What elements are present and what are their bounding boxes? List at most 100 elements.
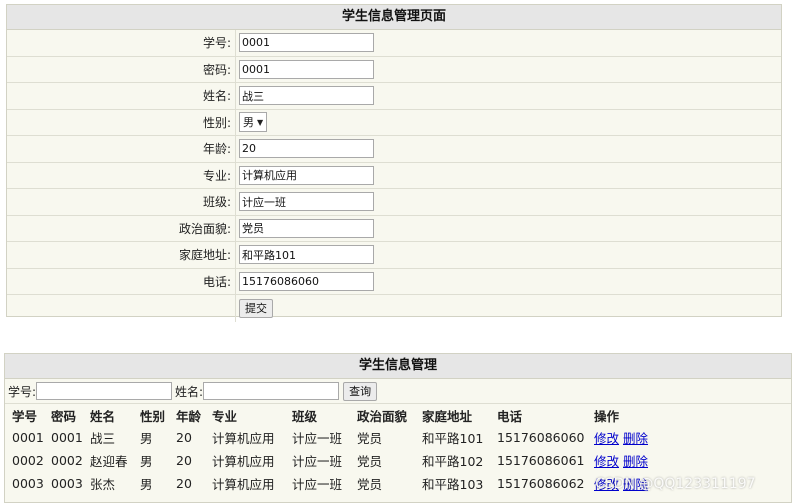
gender-label: 性别: <box>7 109 236 135</box>
id-label: 学号: <box>7 30 236 56</box>
search-id-label: 学号: <box>8 384 37 399</box>
gender-select-value: 男 <box>243 116 254 130</box>
form-row-age: 年龄: <box>7 136 781 163</box>
cell-actions: 修改 删除 <box>594 426 694 449</box>
name-label: 姓名: <box>7 83 236 109</box>
political-input[interactable] <box>239 218 374 238</box>
cell-address: 和平路102 <box>422 454 484 469</box>
delete-link[interactable]: 删除 <box>623 431 648 446</box>
cell-name: 张杰 <box>90 477 116 492</box>
student-list-panel: 学生信息管理 学号: 姓名: 查询 学号 密码 姓名 性别 年龄 专业 班级 政… <box>4 353 792 503</box>
class-label: 班级: <box>7 189 236 215</box>
cell-address: 和平路101 <box>422 431 484 446</box>
cell-password: 0001 <box>51 430 83 445</box>
cell-name: 赵迎春 <box>90 454 128 469</box>
password-label: 密码: <box>7 56 236 82</box>
cell-class: 计应一班 <box>292 454 343 469</box>
age-label: 年龄: <box>7 136 236 162</box>
phone-label: 电话: <box>7 268 236 294</box>
column-header: 年龄 <box>176 408 202 424</box>
search-button[interactable]: 查询 <box>343 381 378 401</box>
search-name-label: 姓名: <box>175 384 204 399</box>
form-row-class: 班级: <box>7 189 781 216</box>
cell-actions: 修改 删除 <box>594 472 694 495</box>
cell-political: 党员 <box>357 477 383 492</box>
delete-link[interactable]: 删除 <box>623 454 648 469</box>
cell-gender: 男 <box>140 431 153 446</box>
form-row-submit: 提交 <box>7 295 781 322</box>
submit-button[interactable]: 提交 <box>239 298 273 318</box>
column-header: 操作 <box>594 408 620 424</box>
column-header: 政治面貌 <box>357 408 408 424</box>
gender-select[interactable]: 男 ▼ <box>239 112 268 133</box>
cell-political: 党员 <box>357 454 383 469</box>
form-row-name: 姓名: <box>7 83 781 110</box>
edit-link[interactable]: 修改 <box>594 431 619 446</box>
cell-age: 20 <box>176 476 192 491</box>
class-input[interactable] <box>239 192 374 212</box>
table-row: 0002 0002 赵迎春 男 20 计算机应用 计应一班 党员 和平路102 … <box>5 449 694 472</box>
cell-id: 0003 <box>12 476 44 491</box>
address-label: 家庭地址: <box>7 242 236 268</box>
delete-link[interactable]: 删除 <box>623 477 648 492</box>
form-row-gender: 性别: 男 ▼ <box>7 109 781 136</box>
form-title: 学生信息管理页面 <box>7 5 781 30</box>
cell-name: 战三 <box>90 431 116 446</box>
form-row-password: 密码: <box>7 56 781 83</box>
cell-political: 党员 <box>357 431 383 446</box>
search-id-input[interactable] <box>36 382 173 400</box>
search-name-input[interactable] <box>203 382 340 400</box>
column-header: 姓名 <box>90 408 116 424</box>
column-header: 家庭地址 <box>422 408 473 424</box>
edit-link[interactable]: 修改 <box>594 454 619 469</box>
form-row-political: 政治面貌: <box>7 215 781 242</box>
student-form-panel: 学生信息管理页面 学号: 密码: 姓名: 性别: 男 ▼ 年龄: 专业: 班级:… <box>6 4 782 322</box>
form-row-id: 学号: <box>7 30 781 57</box>
table-row: 0003 0003 张杰 男 20 计算机应用 计应一班 党员 和平路103 1… <box>5 472 694 495</box>
cell-age: 20 <box>176 430 192 445</box>
student-table: 学号 密码 姓名 性别 年龄 专业 班级 政治面貌 家庭地址 电话 操作 000… <box>5 404 694 495</box>
cell-phone: 15176086062 <box>497 476 585 491</box>
chevron-down-icon: ▼ <box>257 117 264 127</box>
cell-id: 0002 <box>12 453 44 468</box>
column-header: 班级 <box>292 408 318 424</box>
form-row-major: 专业: <box>7 162 781 189</box>
column-header: 性别 <box>140 408 166 424</box>
edit-link[interactable]: 修改 <box>594 477 619 492</box>
cell-password: 0003 <box>51 476 83 491</box>
cell-phone: 15176086061 <box>497 453 585 468</box>
political-label: 政治面貌: <box>7 215 236 241</box>
cell-gender: 男 <box>140 477 153 492</box>
cell-age: 20 <box>176 453 192 468</box>
search-bar: 学号: 姓名: 查询 <box>5 379 791 404</box>
cell-phone: 15176086060 <box>497 430 585 445</box>
column-header: 电话 <box>497 408 523 424</box>
cell-major: 计算机应用 <box>212 431 275 446</box>
cell-address: 和平路103 <box>422 477 484 492</box>
major-label: 专业: <box>7 162 236 188</box>
list-title: 学生信息管理 <box>5 354 791 379</box>
table-row: 0001 0001 战三 男 20 计算机应用 计应一班 党员 和平路101 1… <box>5 426 694 449</box>
cell-id: 0001 <box>12 430 44 445</box>
cell-gender: 男 <box>140 454 153 469</box>
phone-input[interactable] <box>239 271 374 291</box>
cell-password: 0002 <box>51 453 83 468</box>
address-input[interactable] <box>239 245 374 265</box>
table-header-row: 学号 密码 姓名 性别 年龄 专业 班级 政治面貌 家庭地址 电话 操作 <box>5 404 694 426</box>
column-header: 学号 <box>12 408 38 424</box>
cell-class: 计应一班 <box>292 477 343 492</box>
cell-class: 计应一班 <box>292 431 343 446</box>
id-input[interactable] <box>239 33 374 53</box>
password-input[interactable] <box>239 59 374 79</box>
cell-actions: 修改 删除 <box>594 449 694 472</box>
column-header: 密码 <box>51 408 77 424</box>
submit-row-spacer <box>7 295 236 322</box>
form-row-address: 家庭地址: <box>7 242 781 269</box>
form-row-phone: 电话: <box>7 268 781 295</box>
cell-major: 计算机应用 <box>212 454 275 469</box>
column-header: 专业 <box>212 408 238 424</box>
age-input[interactable] <box>239 139 374 159</box>
major-input[interactable] <box>239 165 374 185</box>
name-input[interactable] <box>239 86 374 106</box>
cell-major: 计算机应用 <box>212 477 275 492</box>
